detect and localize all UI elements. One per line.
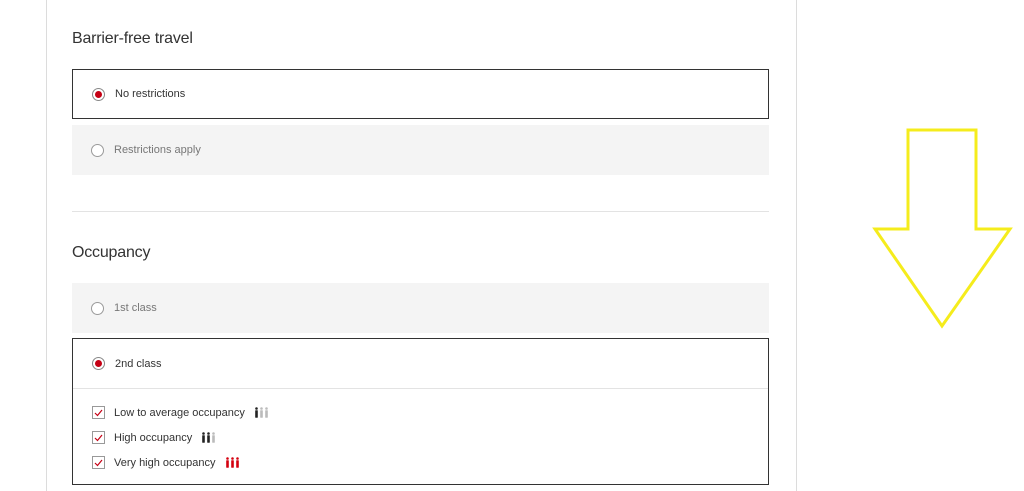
checkbox-checked-icon[interactable] — [92, 456, 105, 469]
option-label: Restrictions apply — [114, 144, 201, 156]
occupancy-very-high-icon — [225, 457, 240, 468]
down-arrow-icon — [872, 128, 1014, 335]
option-label: 2nd class — [115, 357, 162, 370]
checkbox-label: Low to average occupancy — [114, 406, 245, 419]
option-2nd-class[interactable]: 2nd class — [73, 339, 768, 389]
checkbox-very-high-occupancy[interactable]: Very high occupancy — [92, 456, 240, 469]
checkbox-label: Very high occupancy — [114, 456, 216, 469]
checkbox-checked-icon[interactable] — [92, 406, 105, 419]
option-no-restrictions[interactable]: No restrictions — [72, 69, 769, 119]
option-restrictions-apply[interactable]: Restrictions apply — [72, 125, 769, 175]
checkbox-low-occupancy[interactable]: Low to average occupancy — [92, 406, 269, 419]
occupancy-high-icon — [201, 432, 216, 443]
checkbox-checked-icon[interactable] — [92, 431, 105, 444]
radio-unselected-icon — [91, 301, 104, 315]
barrier-free-title: Barrier-free travel — [72, 30, 193, 47]
occupancy-title: Occupancy — [72, 244, 151, 261]
option-label: No restrictions — [115, 88, 186, 100]
radio-selected-icon — [92, 357, 105, 370]
option-1st-class[interactable]: 1st class — [72, 283, 769, 333]
option-label: 1st class — [114, 302, 157, 314]
checkbox-high-occupancy[interactable]: High occupancy — [92, 431, 216, 444]
occupancy-low-icon — [254, 407, 269, 418]
option-2nd-class-panel: 2nd class Low to average occupancy High … — [72, 338, 769, 485]
radio-unselected-icon — [91, 143, 104, 157]
section-divider — [72, 211, 769, 212]
radio-selected-icon — [92, 87, 105, 101]
checkbox-label: High occupancy — [114, 431, 193, 444]
